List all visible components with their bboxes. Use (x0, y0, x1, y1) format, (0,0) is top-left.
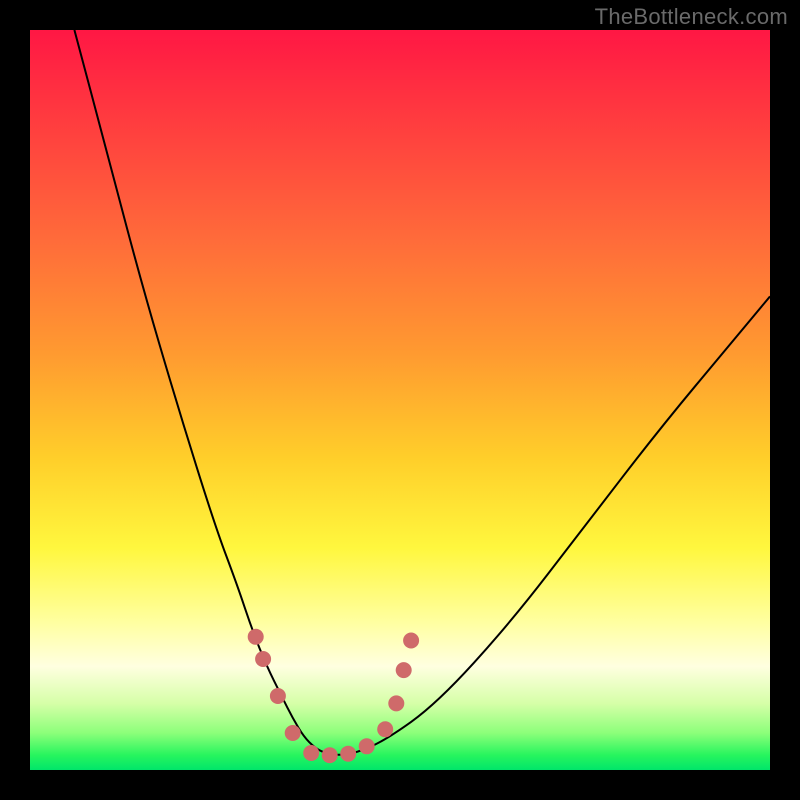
curve-dot (388, 695, 404, 711)
curve-dot (255, 651, 271, 667)
curve-path-group (74, 30, 770, 755)
watermark-text: TheBottleneck.com (595, 4, 788, 30)
curve-dot (285, 725, 301, 741)
curve-dot (322, 747, 338, 763)
plot-area (30, 30, 770, 770)
curve-dot (248, 629, 264, 645)
curve-dot (403, 633, 419, 649)
curve-dot (270, 688, 286, 704)
curve-dot (340, 746, 356, 762)
chart-frame: TheBottleneck.com (0, 0, 800, 800)
curve-dot (303, 745, 319, 761)
bottleneck-curve-svg (30, 30, 770, 770)
curve-dot (359, 738, 375, 754)
curve-path (74, 30, 770, 755)
curve-dot (396, 662, 412, 678)
curve-dot (377, 721, 393, 737)
curve-dots-group (248, 629, 419, 763)
